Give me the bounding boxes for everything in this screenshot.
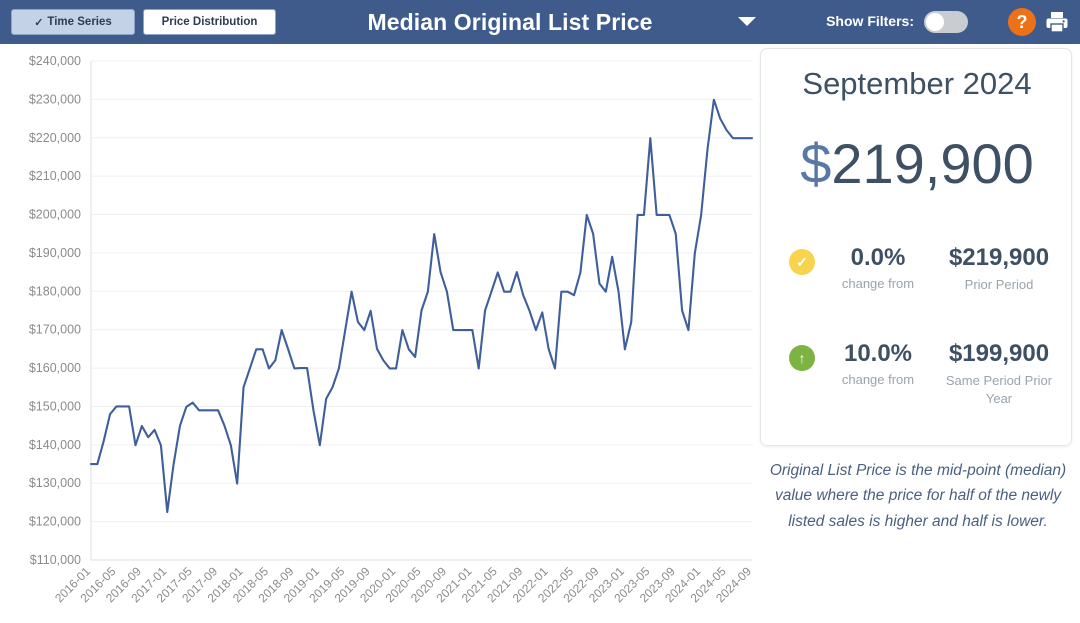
stat-amount-caption-prior-period: Prior Period <box>933 276 1065 294</box>
svg-text:$180,000: $180,000 <box>29 284 81 298</box>
svg-text:$210,000: $210,000 <box>29 169 81 183</box>
chart-panel: $240,000 $230,000 $220,000 $210,000 $200,000… <box>0 44 756 623</box>
show-filters-label: Show Filters: <box>826 13 914 29</box>
stat-amount-caption-prior-year: Same Period Prior Year <box>933 372 1065 408</box>
svg-text:$200,000: $200,000 <box>29 208 81 222</box>
tab-time-series-label: Time Series <box>47 16 111 28</box>
tab-price-distribution[interactable]: Price Distribution <box>143 9 276 35</box>
currency-symbol: $ <box>800 132 831 195</box>
tab-price-distribution-label: Price Distribution <box>162 16 258 28</box>
chart-x-axis-labels: 2016-012016-052016-092017-012017-052017-… <box>52 564 754 605</box>
tab-time-series[interactable]: ✓ Time Series <box>11 9 135 35</box>
stat-percent-caption-prior-period: change from <box>819 276 937 291</box>
metric-description: Original List Price is the mid-point (me… <box>762 458 1074 534</box>
summary-period: September 2024 <box>761 66 1073 102</box>
svg-text:$230,000: $230,000 <box>29 92 81 106</box>
stat-percent-prior-year: 10.0% <box>819 340 937 368</box>
stat-percent-caption-prior-year: change from <box>819 372 937 387</box>
stat-amount-prior-period: $219,900 <box>933 244 1065 272</box>
summary-card: September 2024 $219,900 ✓ 0.0% change fr… <box>760 48 1072 446</box>
app-header: ✓ Time Series Price Distribution Median … <box>0 0 1080 44</box>
svg-text:$110,000: $110,000 <box>30 553 81 567</box>
chevron-down-icon[interactable] <box>738 17 756 26</box>
svg-text:$160,000: $160,000 <box>29 361 81 375</box>
svg-text:$170,000: $170,000 <box>29 323 81 337</box>
svg-text:$120,000: $120,000 <box>29 515 81 529</box>
arrow-up-circle-icon: ↑ <box>789 345 815 371</box>
print-button[interactable] <box>1042 8 1072 36</box>
summary-headline-value: $219,900 <box>761 131 1073 196</box>
check-icon: ✓ <box>34 16 43 29</box>
stat-amount-prior-year: $199,900 <box>933 340 1065 368</box>
chart-series-line <box>91 100 752 512</box>
svg-text:$220,000: $220,000 <box>29 131 81 145</box>
printer-icon <box>1045 11 1069 33</box>
svg-text:$240,000: $240,000 <box>29 54 81 68</box>
svg-text:$140,000: $140,000 <box>29 438 81 452</box>
chart-y-axis-labels: $240,000 $230,000 $220,000 $210,000 $200,000… <box>29 54 81 567</box>
show-filters-toggle[interactable] <box>924 11 968 33</box>
stat-percent-prior-period: 0.0% <box>819 244 937 272</box>
svg-text:$150,000: $150,000 <box>29 399 81 413</box>
svg-text:$130,000: $130,000 <box>29 476 81 490</box>
help-button[interactable]: ? <box>1008 8 1036 36</box>
time-series-chart[interactable]: $240,000 $230,000 $220,000 $210,000 $200,000… <box>0 44 756 623</box>
check-circle-icon: ✓ <box>789 249 815 275</box>
svg-text:$190,000: $190,000 <box>29 246 81 260</box>
page-title: Median Original List Price <box>300 0 720 44</box>
headline-number: 219,900 <box>831 132 1033 195</box>
